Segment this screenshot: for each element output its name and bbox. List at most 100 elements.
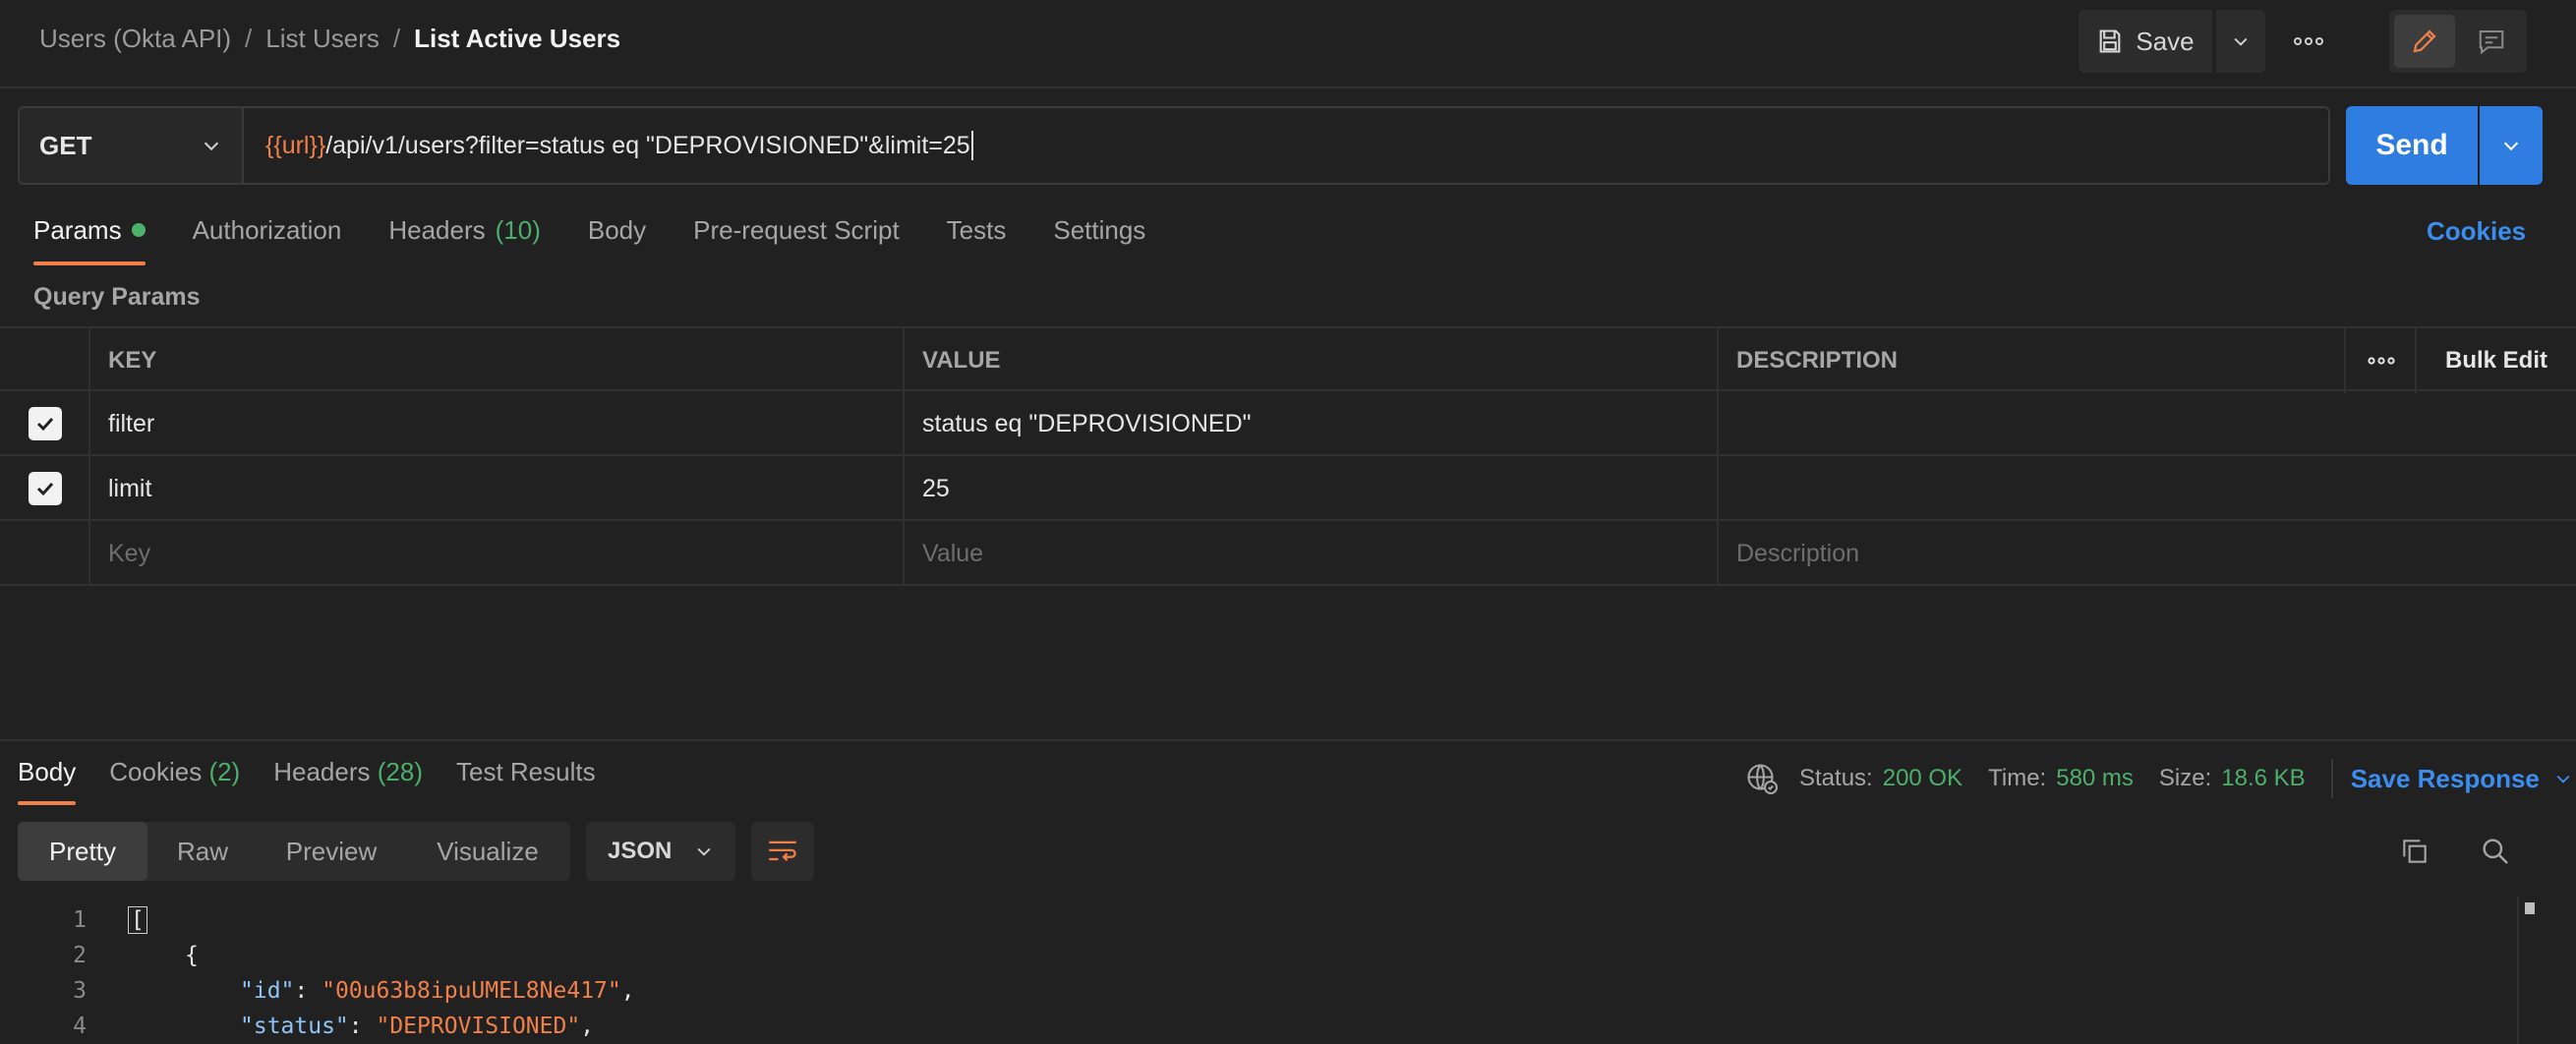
tab-response-headers[interactable]: Headers (28) [273,757,423,803]
table-row: filter status eq "DEPROVISIONED" [0,391,2576,456]
param-value-field[interactable]: status eq "DEPROVISIONED" [903,391,1719,456]
json-colon: : [348,1014,377,1039]
wrap-lines-button[interactable] [751,822,814,881]
param-value-field[interactable]: 25 [903,456,1719,521]
json-colon: : [294,978,322,1004]
time-value[interactable]: 580 ms [2056,765,2134,792]
cookies-link[interactable]: Cookies [2427,216,2526,247]
matched-bracket: [ [128,906,147,934]
code-line: 3 "id": "00u63b8ipuUMEL8Ne417", [0,973,634,1009]
code-line: 1 [ [0,902,147,938]
breadcrumb: Users (Okta API) / List Users / List Act… [39,24,620,54]
code-text: [ [128,906,147,934]
tab-params-label: Params [33,214,122,245]
tab-params[interactable]: Params [33,212,146,265]
code-line: 4 "status": "DEPROVISIONED", [0,1009,594,1044]
code-text: "status": "DEPROVISIONED", [240,1014,594,1039]
new-description-input[interactable]: Description [1717,521,2346,586]
copy-button[interactable] [2395,832,2434,871]
tab-body[interactable]: Body [588,212,646,261]
line-number: 4 [73,1014,87,1039]
view-raw-button[interactable]: Raw [147,822,258,881]
chevron-down-icon [204,142,219,151]
line-number: 3 [73,978,87,1004]
tab-test-results[interactable]: Test Results [456,757,596,803]
tab-authorization[interactable]: Authorization [193,212,342,261]
more-actions-button[interactable] [2281,24,2336,59]
breadcrumb-separator: / [245,24,253,53]
tab-cookies-count: (2) [208,757,241,786]
send-dropdown-button[interactable] [2480,106,2543,185]
tab-tests[interactable]: Tests [947,212,1007,261]
code-text: "id": "00u63b8ipuUMEL8Ne417", [240,978,635,1004]
format-select[interactable]: JSON [586,822,735,881]
scrollbar-thumb[interactable] [2525,902,2535,914]
param-key-field[interactable]: filter [88,391,905,456]
tab-headers-count: (28) [377,757,423,786]
url-variable: {{url}} [265,131,326,159]
save-group: Save [2078,10,2265,73]
tab-response-cookies[interactable]: Cookies (2) [109,757,240,803]
json-string: "DEPROVISIONED" [376,1014,581,1039]
url-input[interactable]: {{url}}/api/v1/users?filter=status eq "D… [244,106,2330,185]
check-icon [36,482,54,496]
save-response-button[interactable]: Save Response [2351,764,2573,794]
param-description-field[interactable] [1717,456,2346,521]
edit-mode-button[interactable] [2394,15,2455,68]
body-view-modes: Pretty Raw Preview Visualize [18,822,570,881]
format-label: JSON [608,838,673,864]
method-label: GET [39,130,92,160]
bulk-edit-button[interactable]: Bulk Edit [2415,328,2576,393]
new-value-input[interactable]: Value [903,521,1719,586]
response-body-code[interactable]: 1 [ 2 { 3 "id": "00u63b8ipuUMEL8Ne417", … [0,902,2517,1044]
breadcrumb-collection[interactable]: Users (Okta API) [39,24,231,54]
pane-divider[interactable] [0,739,2576,741]
comment-icon [2479,30,2504,55]
query-params-title: Query Params [33,283,201,311]
check-icon [36,417,54,432]
comments-button[interactable] [2461,15,2522,68]
text-caret [970,131,973,160]
more-icon [2368,357,2395,365]
more-icon [2294,37,2323,45]
tab-prerequest-script[interactable]: Pre-request Script [693,212,900,261]
chevron-down-icon [2503,142,2519,151]
tab-headers[interactable]: Headers (10) [388,212,541,261]
view-pretty-button[interactable]: Pretty [18,822,147,881]
breadcrumb-folder[interactable]: List Users [265,24,380,54]
header-check-cell [0,328,90,393]
globe-icon[interactable] [1744,761,1780,796]
breadcrumb-separator: / [392,24,401,53]
tab-headers-count: (10) [495,214,541,245]
column-options-button[interactable] [2344,328,2417,393]
table-header-row: KEY VALUE DESCRIPTION Bulk Edit [0,326,2576,393]
save-dropdown-button[interactable] [2216,10,2265,73]
row-enabled-checkbox[interactable] [29,472,62,505]
chevron-down-icon [697,847,711,856]
new-key-input[interactable]: Key [88,521,905,586]
view-preview-button[interactable]: Preview [258,822,405,881]
search-button[interactable] [2476,832,2515,871]
param-key-field[interactable]: limit [88,456,905,521]
param-description-field[interactable] [1717,391,2346,456]
status-label: Status: [1799,765,1873,791]
row-checkbox-cell [0,391,90,456]
response-meta: Status: 200 OK Time: 580 ms Size: 18.6 K… [1744,759,2573,798]
table-row: limit 25 [0,456,2576,521]
size-value[interactable]: 18.6 KB [2221,765,2305,792]
tab-response-body[interactable]: Body [18,757,77,805]
code-scrollbar[interactable] [2517,897,2539,1044]
json-key: "id" [240,978,295,1004]
json-comma: , [580,1014,595,1039]
method-select[interactable]: GET [18,106,244,185]
save-label: Save [2136,26,2195,56]
tab-settings[interactable]: Settings [1053,212,1145,261]
save-button[interactable]: Save [2078,10,2212,73]
row-enabled-checkbox[interactable] [29,407,62,440]
column-value: VALUE [903,328,1719,393]
status-value[interactable]: 200 OK [1883,765,1962,792]
view-visualize-button[interactable]: Visualize [405,822,570,881]
send-button[interactable]: Send [2346,106,2478,185]
line-number: 1 [73,907,87,933]
breadcrumb-current[interactable]: List Active Users [414,24,620,54]
